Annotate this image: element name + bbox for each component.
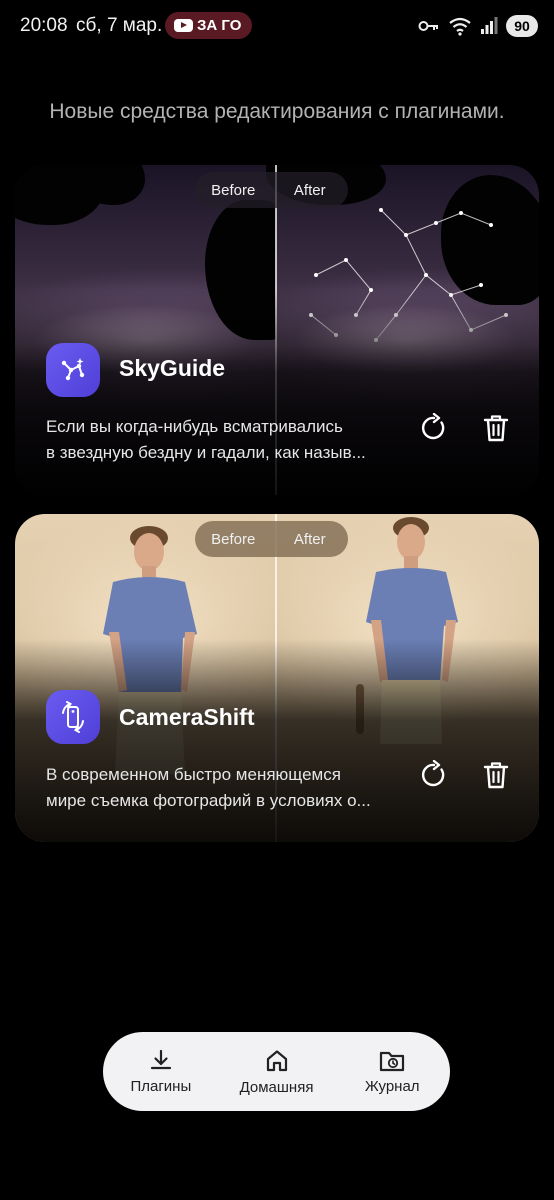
- before-label[interactable]: Before: [195, 182, 272, 199]
- before-after-toggle[interactable]: Before After: [195, 172, 348, 208]
- refresh-icon: [421, 413, 445, 440]
- plugin-card-camerashift[interactable]: Before After CameraShift В современном б…: [15, 514, 539, 842]
- nav-item-plugins[interactable]: Плагины: [103, 1032, 219, 1111]
- battery-icon: 90: [506, 15, 538, 37]
- download-icon: [150, 1049, 171, 1070]
- after-label[interactable]: After: [272, 182, 349, 199]
- nav-label-journal: Журнал: [364, 1078, 420, 1095]
- refresh-icon: [421, 760, 445, 787]
- home-icon: [266, 1050, 287, 1072]
- before-after-toggle[interactable]: Before After: [195, 521, 348, 557]
- constellation-icon: [46, 343, 100, 397]
- plugin-name: SkyGuide: [119, 355, 226, 381]
- history-folder-icon: [380, 1051, 405, 1072]
- before-label[interactable]: Before: [195, 531, 272, 548]
- delete-button[interactable]: [476, 755, 516, 795]
- plugin-description: В современном быстро меняющемся мире съе…: [46, 765, 371, 810]
- page-headline: Новые средства редактирования с плагинам…: [49, 100, 505, 123]
- notification-text: ЗА ГО: [197, 17, 242, 34]
- camera-rotate-icon: [46, 690, 100, 744]
- trash-icon: [483, 415, 509, 442]
- nav-label-plugins: Плагины: [130, 1078, 192, 1095]
- status-time: 20:08: [20, 15, 68, 36]
- trash-icon: [483, 762, 509, 789]
- plugin-name: CameraShift: [119, 704, 255, 730]
- status-date: сб, 7 мар.: [76, 15, 163, 36]
- plugin-description: Если вы когда-нибудь всматривались в зве…: [46, 417, 366, 462]
- key-icon: [418, 21, 438, 31]
- signal-icon: [481, 17, 498, 34]
- delete-button[interactable]: [476, 408, 516, 448]
- youtube-icon: [174, 19, 193, 32]
- bottom-navigation: Плагины Домашняя Журнал: [103, 1032, 450, 1111]
- status-icons: 90: [418, 13, 538, 39]
- nav-item-home[interactable]: Домашняя: [219, 1032, 335, 1111]
- nav-label-home: Домашняя: [239, 1079, 314, 1096]
- wifi-icon: [449, 17, 471, 36]
- status-bar: 20:08 сб, 7 мар. ЗА ГО 90: [0, 0, 554, 52]
- after-label[interactable]: After: [272, 531, 349, 548]
- update-button[interactable]: [414, 408, 454, 448]
- update-button[interactable]: [414, 755, 454, 795]
- nav-item-journal[interactable]: Журнал: [334, 1032, 450, 1111]
- plugin-card-skyguide[interactable]: Before After SkyGuide Если вы когда-нибу…: [15, 165, 539, 495]
- youtube-notification-chip[interactable]: ЗА ГО: [165, 12, 252, 39]
